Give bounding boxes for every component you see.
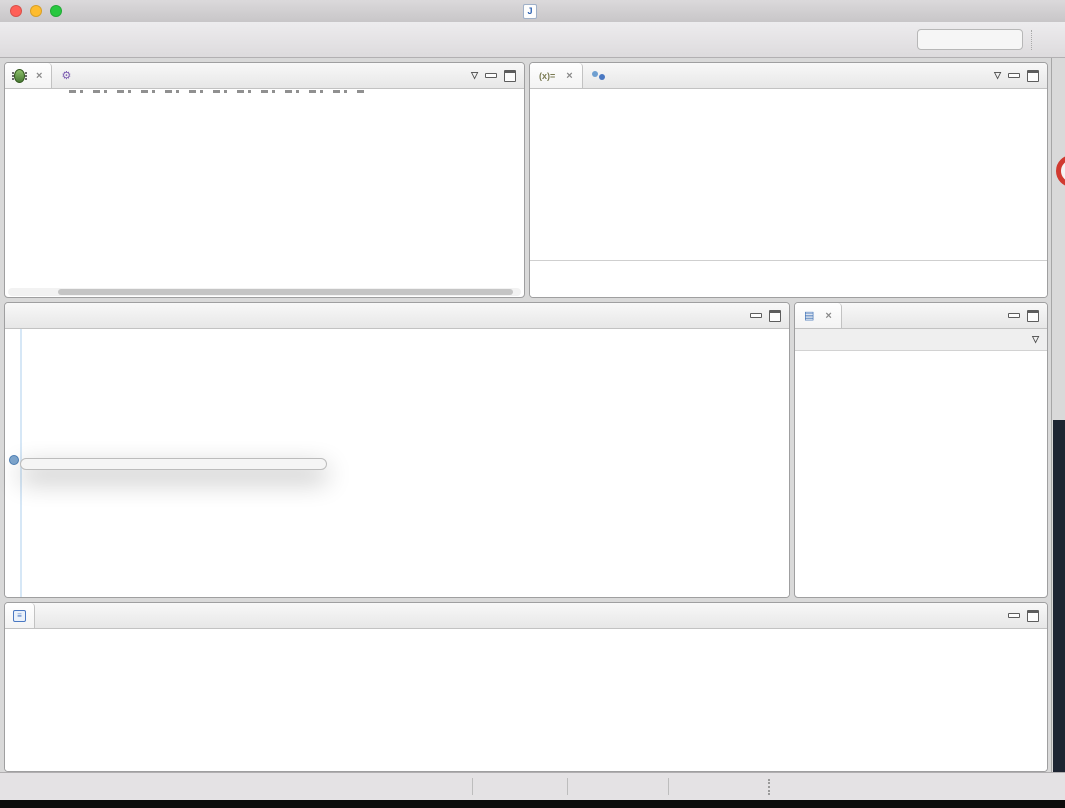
- main-toolbar: [0, 22, 1065, 58]
- tab-variables[interactable]: (x)= ×: [530, 63, 583, 88]
- breakpoints-icon: [592, 71, 605, 80]
- maximize-icon[interactable]: [1027, 70, 1039, 82]
- tab-servers[interactable]: ⚙: [52, 63, 85, 88]
- minimize-icon[interactable]: [1008, 73, 1020, 78]
- servers-icon: ⚙: [61, 69, 71, 82]
- outline-member-list: [795, 351, 1047, 597]
- maximize-icon[interactable]: [1027, 310, 1039, 322]
- maximize-icon[interactable]: [504, 70, 516, 82]
- scrollbar-thumb[interactable]: [58, 289, 513, 295]
- view-menu-icon[interactable]: ▽: [1032, 334, 1039, 345]
- editor-area: [4, 302, 790, 598]
- eclipse-window: J × ⚙ ▽: [0, 0, 1065, 808]
- minimize-icon[interactable]: [485, 73, 497, 78]
- outline-toolbar: ▽: [795, 329, 1047, 351]
- window-title: J: [523, 4, 542, 19]
- screen-bottom-edge: [0, 800, 1065, 808]
- console-view-header: ≡: [5, 603, 1047, 629]
- tab-debug[interactable]: ×: [5, 63, 52, 88]
- zoom-window-button[interactable]: [50, 5, 62, 17]
- variables-view: (x)= × ▽: [529, 62, 1048, 298]
- traffic-lights: [10, 5, 62, 17]
- editor-tab-bar: [5, 303, 789, 329]
- close-icon[interactable]: ×: [825, 310, 831, 322]
- maximize-icon[interactable]: [1027, 610, 1039, 622]
- minimize-icon[interactable]: [1008, 613, 1020, 618]
- debug-view-header: × ⚙ ▽: [5, 63, 524, 89]
- minimize-icon[interactable]: [1008, 313, 1020, 318]
- console-content: [5, 629, 1047, 771]
- view-menu-icon[interactable]: ▽: [994, 70, 1001, 81]
- maximize-icon[interactable]: [769, 310, 781, 322]
- tab-console[interactable]: ≡: [5, 603, 35, 628]
- outline-icon: ▤: [804, 309, 814, 322]
- minimize-icon[interactable]: [750, 313, 762, 318]
- variables-icon: (x)=: [539, 71, 555, 81]
- console-icon: ≡: [13, 610, 26, 622]
- variables-view-header: (x)= × ▽: [530, 63, 1047, 89]
- console-view: ≡: [4, 602, 1048, 772]
- java-file-icon: J: [523, 4, 537, 19]
- window-right-border: [1051, 58, 1052, 772]
- horizontal-scrollbar[interactable]: [8, 288, 521, 296]
- more-tabs-indicator[interactable]: [5, 307, 17, 328]
- background-window-strip: [1053, 420, 1065, 772]
- debug-view: × ⚙ ▽: [4, 62, 525, 298]
- tab-outline[interactable]: ▤ ×: [795, 303, 842, 328]
- debug-thread-tree: [5, 89, 524, 297]
- outline-view: ▤ × ▽: [794, 302, 1048, 598]
- debug-bug-icon: [14, 69, 25, 83]
- clipped-thread-row: [69, 90, 364, 93]
- quick-access-box: [917, 29, 1023, 50]
- close-window-button[interactable]: [10, 5, 22, 17]
- detail-pane-sash[interactable]: [530, 260, 1047, 261]
- close-icon[interactable]: ×: [566, 70, 572, 82]
- status-bar: [0, 772, 1065, 800]
- status-drag-handle[interactable]: [768, 779, 770, 795]
- quick-access-input[interactable]: [917, 29, 1023, 50]
- title-bar: J: [0, 0, 1065, 23]
- tab-breakpoints[interactable]: [583, 63, 619, 88]
- ruler-context-menu: [20, 458, 327, 470]
- background-red-circle: [1056, 155, 1065, 187]
- toolbar-separator: [1031, 30, 1033, 50]
- breakpoint-ruler-annotation[interactable]: [9, 455, 19, 465]
- view-menu-icon[interactable]: ▽: [471, 70, 478, 81]
- variables-content: [530, 89, 1047, 297]
- minimize-window-button[interactable]: [30, 5, 42, 17]
- close-icon[interactable]: ×: [36, 70, 42, 82]
- outline-view-header: ▤ ×: [795, 303, 1047, 329]
